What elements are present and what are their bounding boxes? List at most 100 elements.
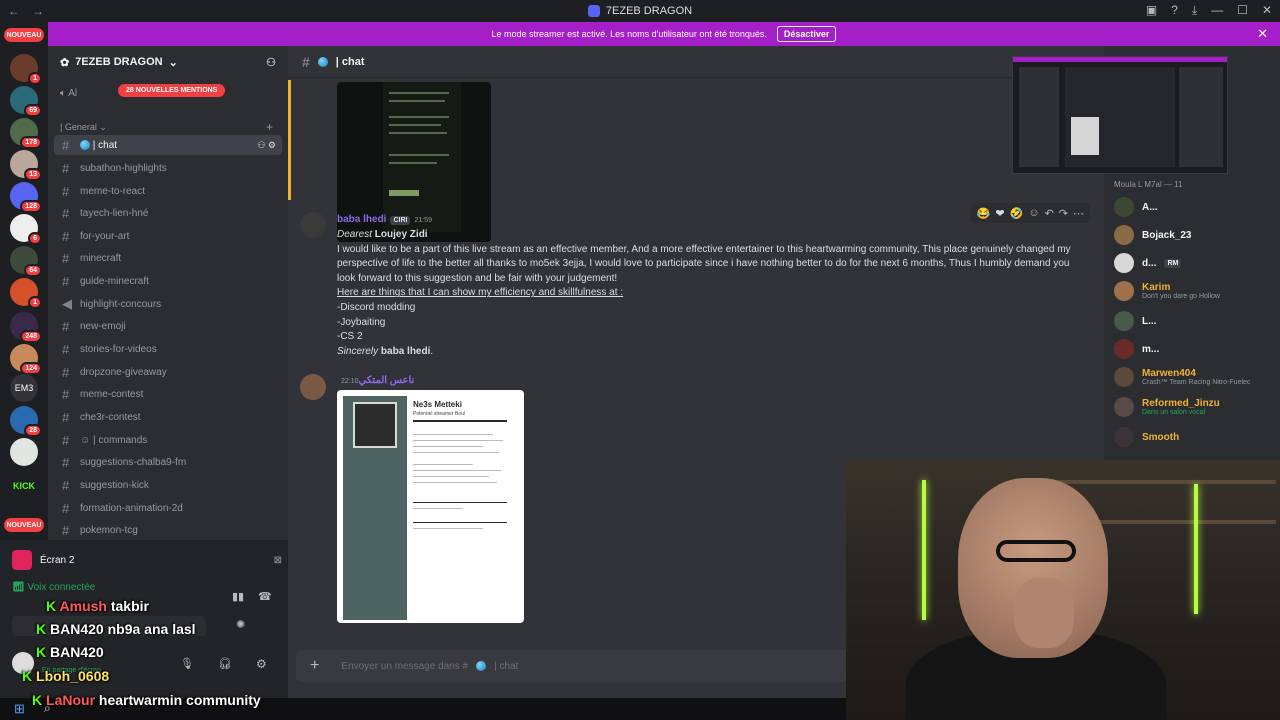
channel-item[interactable]: # new-emoji (54, 316, 282, 336)
reply-icon[interactable]: ↶ (1045, 207, 1054, 220)
server-icon[interactable] (10, 438, 38, 466)
avatar[interactable] (300, 212, 326, 238)
laugh-reaction-icon[interactable]: 😂 (977, 207, 991, 220)
microphone-icon[interactable]: 🎙︎ (180, 657, 194, 670)
channel-item[interactable]: # ☺ | commands (54, 430, 282, 450)
rofl-reaction-icon[interactable]: 🤣 (1010, 207, 1024, 220)
forward-icon[interactable]: ↷ (1059, 207, 1068, 220)
channel-item[interactable]: # che3r-contest (54, 407, 282, 427)
maximize-icon[interactable]: ☐ (1237, 3, 1248, 18)
help-icon[interactable]: ? (1171, 3, 1178, 18)
member-item[interactable]: Bojack_23 (1114, 222, 1280, 248)
message-author[interactable]: baba lhedi CIRI 21:59 (337, 214, 432, 225)
disconnect-icon[interactable]: ☎ (258, 590, 272, 603)
windows-start-icon[interactable]: ⊞ (14, 701, 25, 717)
timestamp: 22:10 (341, 378, 359, 385)
add-member-icon[interactable]: ⚇ (266, 56, 276, 69)
message-author[interactable]: ناعس المتكي22:10 (337, 375, 414, 386)
member-item[interactable]: Marwen404 Crash™ Team Racing Nitro-Fuelec (1114, 364, 1280, 390)
mention-highlight (288, 80, 291, 200)
screen-share-preview[interactable] (1012, 56, 1228, 174)
back-arrow-icon[interactable]: ← (8, 4, 20, 18)
inbox-icon[interactable]: ▣ (1146, 3, 1157, 18)
nav-arrows: ← → (8, 4, 44, 18)
category-general[interactable]: | General ⌄ (60, 122, 107, 133)
settings-gear-icon[interactable]: ⚙ (256, 657, 267, 671)
server-icon[interactable]: 69 (10, 86, 42, 117)
server-icon[interactable]: 124 (10, 344, 42, 375)
channel-item[interactable]: # suggestions-chalba9-fm (54, 452, 282, 472)
more-options-icon[interactable]: ⋯ (1073, 207, 1084, 220)
channel-item[interactable]: # guide-minecraft (54, 271, 282, 291)
add-reaction-icon[interactable]: ☺ (1028, 207, 1039, 219)
server-icon[interactable]: 6 (10, 214, 42, 245)
channel-item[interactable]: # minecraft (54, 248, 282, 268)
channel-item[interactable]: # pokemon-tcg (54, 520, 282, 540)
minimize-icon[interactable]: — (1211, 3, 1223, 18)
channel-item[interactable]: # suggestion-kick (54, 475, 282, 495)
server-icon[interactable]: 1 (10, 54, 42, 85)
overlay-chat-line: K Lboh_0608 (22, 668, 109, 684)
hash-icon: # (62, 318, 70, 334)
server-em3[interactable]: EM3 (10, 374, 38, 402)
channel-item[interactable]: # formation-animation-2d (54, 498, 282, 518)
member-item[interactable]: Reformed_Jinzu Dans un salon vocal (1114, 394, 1280, 420)
server-icon[interactable]: 248 (10, 312, 42, 343)
channel-label: highlight-concours (80, 298, 162, 310)
closing: Sincerely (337, 345, 379, 357)
server-icon[interactable]: 1 (10, 278, 42, 309)
forward-arrow-icon[interactable]: → (32, 4, 44, 18)
member-item[interactable]: Karim Don't you dare go Hollow (1114, 278, 1280, 304)
server-badge: 128 (20, 200, 42, 213)
member-item[interactable]: Smooth (1114, 424, 1280, 450)
channel-item[interactable]: # meme-to-react (54, 181, 282, 201)
message-body: Dearest Loujey Zidi I would like to be a… (337, 228, 1087, 359)
download-icon[interactable]: ⤓ (1192, 3, 1197, 18)
cv-image-attachment[interactable]: Ne3s Metteki Potentiel streamer Boul (337, 390, 524, 623)
channel-label: che3r-contest (80, 411, 141, 423)
screen-share-icon (12, 550, 32, 570)
mentions-pill[interactable]: 28 NOUVELLES MENTIONS (118, 84, 226, 97)
server-icon[interactable]: 128 (10, 182, 42, 213)
member-item[interactable]: L... (1114, 308, 1280, 334)
hash-icon: # (62, 386, 70, 402)
screen-share-row[interactable]: Écran 2 ⊠ (12, 548, 282, 572)
channel-item-chat[interactable]: # | chat ⚇ ⚙ (54, 135, 282, 155)
window-title: 7EZEB DRAGON (605, 5, 693, 17)
server-icon[interactable]: 178 (10, 118, 42, 149)
member-item[interactable]: A... (1114, 194, 1280, 220)
close-banner-icon[interactable]: ✕ (1257, 26, 1268, 42)
channel-item[interactable]: # for-your-art (54, 226, 282, 246)
channel-item[interactable]: ◀ highlight-concours (54, 294, 282, 314)
channel-label: dropzone-giveaway (80, 366, 167, 378)
member-item[interactable]: m... (1114, 336, 1280, 362)
disable-streamer-button[interactable]: Désactiver (776, 26, 837, 42)
channel-item[interactable]: # stories-for-videos (54, 339, 282, 359)
soundboard-icon[interactable]: ▮▮ (232, 590, 244, 603)
kick-icon: K (36, 621, 47, 637)
server-icon[interactable]: 13 (10, 150, 42, 181)
channel-item[interactable]: # dropzone-giveaway (54, 362, 282, 382)
guild-header[interactable]: ✿ 7EZEB DRAGON ⌄ ⚇ (48, 46, 288, 78)
channel-label: stories-for-videos (80, 343, 157, 355)
text-line (389, 92, 449, 94)
server-badge: 1 (28, 296, 42, 309)
add-attachment-icon[interactable]: + (310, 657, 319, 675)
channel-label: | chat (92, 139, 118, 151)
channel-item[interactable]: # subathon-highlights (54, 158, 282, 178)
new-badge: NOUVEAU (4, 28, 44, 42)
add-channel-icon[interactable]: + (266, 120, 273, 134)
close-window-icon[interactable]: ✕ (1262, 3, 1272, 18)
headphones-icon[interactable]: 🎧︎ (218, 657, 232, 670)
member-item[interactable]: d... RM (1114, 250, 1280, 276)
avatar[interactable] (300, 374, 326, 400)
channel-item[interactable]: # meme-contest (54, 384, 282, 404)
activity-icon[interactable]: ✺ (236, 618, 245, 631)
close-screen-icon[interactable]: ⊠ (274, 555, 282, 566)
heart-reaction-icon[interactable]: ❤ (995, 207, 1004, 220)
server-icon[interactable]: 64 (10, 246, 42, 277)
channel-settings-icon[interactable]: ⚇ ⚙ (257, 140, 282, 151)
server-kick[interactable]: KICK (10, 472, 38, 500)
server-icon[interactable]: 28 (10, 406, 42, 437)
channel-item[interactable]: # tayech-lien-hné (54, 203, 282, 223)
